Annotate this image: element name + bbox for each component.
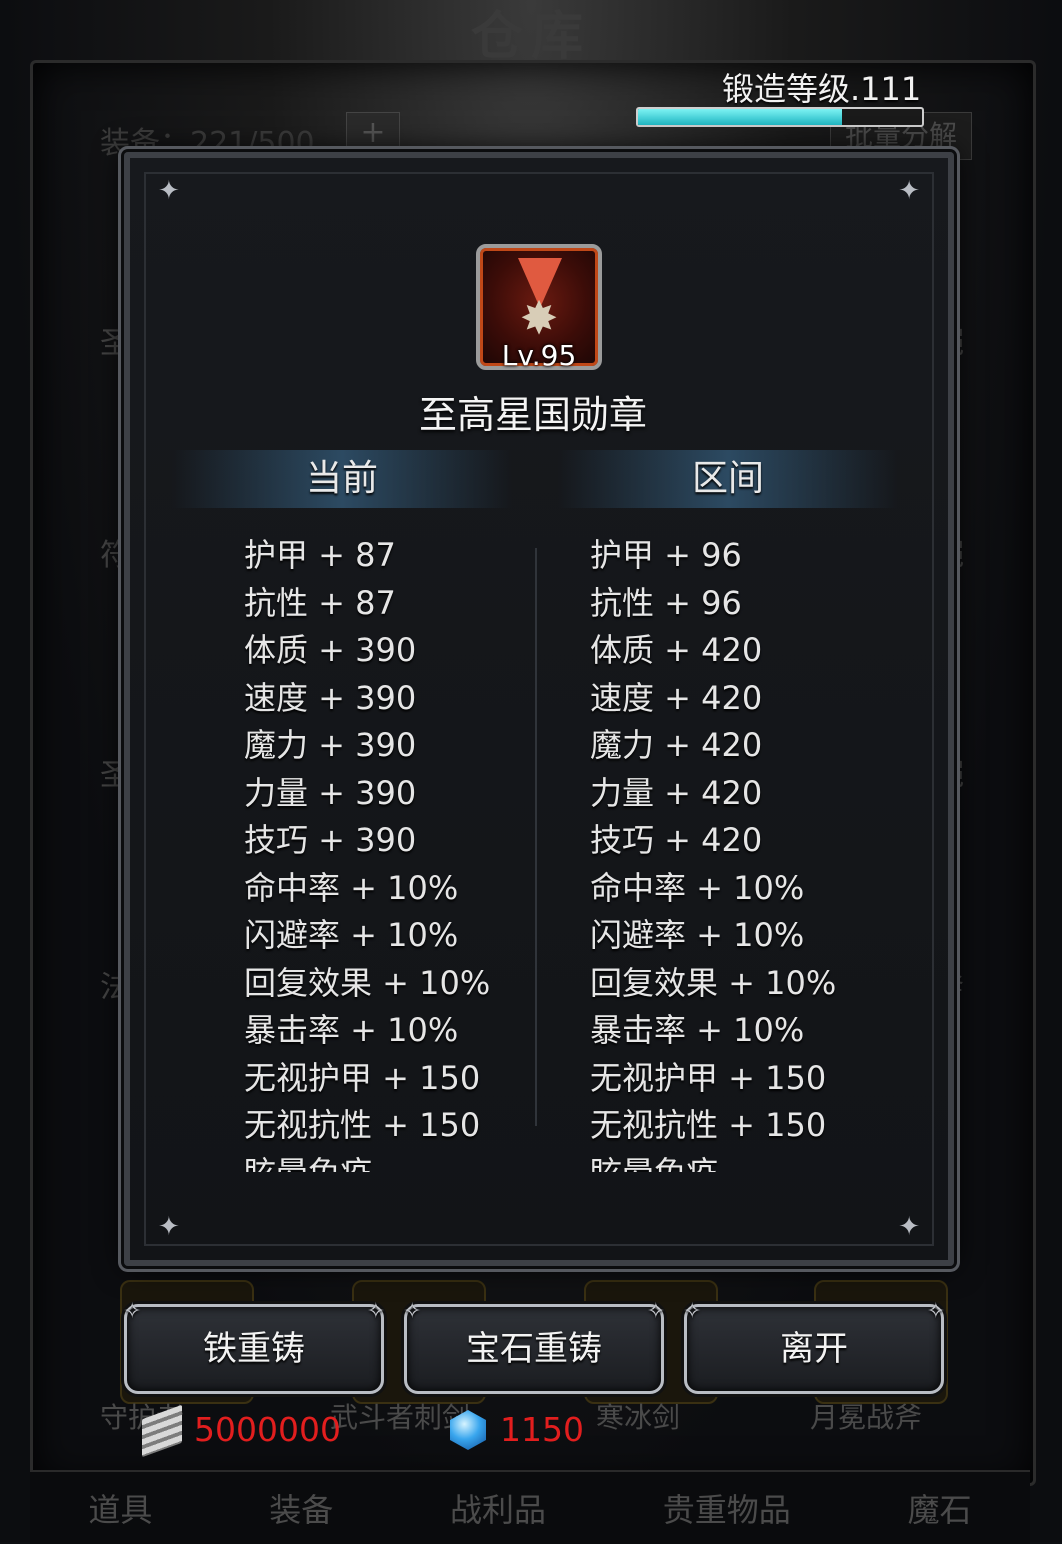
warehouse-tab-bar: 道具 装备 战利品 贵重物品 魔石 [30,1470,1030,1544]
stat-item: 技巧 + 420 [590,821,763,859]
tab-items: 道具 [88,1491,153,1529]
warehouse-title: 仓库 [470,7,591,67]
range-stat-list[interactable]: 护甲 + 96 抗性 + 96 体质 + 420 速度 + 420 魔力 + 4… [590,532,836,1172]
stat-item: 力量 + 390 [244,773,417,812]
stat-item: 魔力 + 420 [590,726,763,764]
stat-item: 护甲 + 96 [590,536,742,574]
tab-equipment: 装备 [269,1491,334,1529]
range-column-header: 区间 [558,450,898,508]
spike-decor-icon: ✧ [366,1299,385,1324]
current-stat-list: 护甲 + 87 抗性 + 87 体质 + 390 速度 + 390 魔力 + 3… [244,532,490,1172]
stat-item: 技巧 + 390 [244,821,417,859]
spike-decor-icon: ✧ [926,1299,945,1324]
stat-item: 眩晕免疫 [244,1150,490,1173]
gem-reforge-label: 宝石重铸 [466,1329,602,1369]
current-column-header: 当前 [172,450,512,508]
spike-decor-icon: ✧ [123,1299,142,1324]
iron-reforge-label: 铁重铸 [203,1329,305,1369]
stat-item: 眩晕免疫 [590,1150,836,1173]
stat-item: 抗性 + 96 [590,583,742,622]
stat-item: 力量 + 420 [590,773,763,812]
tab-valuables: 贵重物品 [662,1491,791,1529]
spike-decor-icon: ✧ [683,1299,702,1324]
bg-item-name: 月冕战斧 [810,1401,923,1434]
expand-capacity-button: + [346,112,400,154]
stat-item: 体质 + 390 [244,631,417,669]
forge-level-label: 锻造等级.111 [722,70,922,108]
bg-item-name: 寒冰剑 [596,1401,681,1434]
forge-progress-bar [636,107,924,127]
bg-item-name: 武斗者刺剑 [330,1401,471,1434]
stat-item: 命中率 + 10% [244,868,459,907]
corner-star-icon: ✦ [158,176,180,206]
corner-star-icon: ✦ [898,1212,920,1242]
stat-item: 暴击率 + 10% [244,1011,459,1049]
stat-item: 护甲 + 87 [244,536,396,574]
stat-item: 暴击率 + 10% [590,1011,805,1049]
medal-icon: ✸ Lv.95 [476,244,602,372]
stat-item: 无视抗性 + 150 [244,1106,481,1144]
stat-item: 速度 + 420 [590,678,763,717]
stat-item: 回复效果 + 10% [244,963,491,1002]
item-level: Lv.95 [501,339,577,372]
item-name: 至高星国勋章 [418,393,647,437]
tab-magic-stones: 魔石 [907,1491,972,1529]
stat-item: 速度 + 390 [244,678,417,717]
spike-decor-icon: ✧ [646,1299,665,1324]
leave-button[interactable]: ✧ ✧ 离开 [683,1299,945,1394]
corner-star-icon: ✦ [158,1212,180,1242]
iron-amount: 5000000 [194,1410,341,1449]
stat-item: 无视抗性 + 150 [590,1106,827,1144]
stat-item: 魔力 + 390 [244,726,417,764]
leave-label: 离开 [780,1329,848,1369]
column-divider [535,548,537,1126]
reforge-dialog: ✦ ✦ ✦ ✦ ✸ Lv.95 至高星国勋章 当前 区间 护甲 + 87 抗性 … [124,152,954,1266]
stat-item: 闪避率 + 10% [244,916,459,954]
stat-item: 闪避率 + 10% [590,916,805,954]
stat-item: 抗性 + 87 [244,583,396,622]
stat-item: 回复效果 + 10% [590,963,837,1002]
iron-reforge-button[interactable]: ✧ ✧ 铁重铸 [123,1299,385,1394]
forge-progress-fill [638,109,843,125]
stat-item: 命中率 + 10% [590,868,805,907]
gem-amount: 1150 [500,1410,584,1449]
stat-item: 无视护甲 + 150 [590,1058,827,1097]
spike-decor-icon: ✧ [403,1299,422,1324]
medal-star-shape: ✸ [519,291,559,345]
stat-item: 无视护甲 + 150 [244,1058,481,1097]
tab-loot: 战利品 [449,1491,546,1529]
gem-reforge-button[interactable]: ✧ ✧ 宝石重铸 [403,1299,665,1394]
corner-star-icon: ✦ [898,176,920,206]
stat-item: 体质 + 420 [590,631,763,669]
